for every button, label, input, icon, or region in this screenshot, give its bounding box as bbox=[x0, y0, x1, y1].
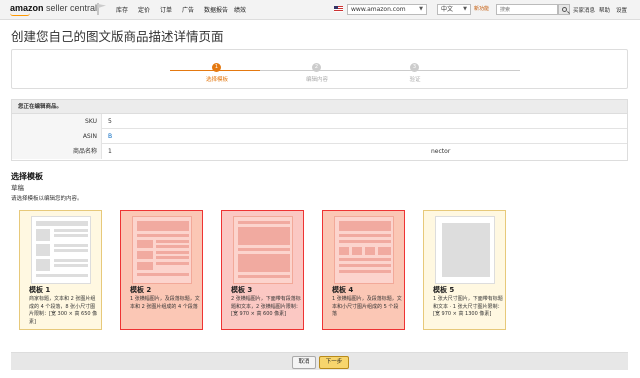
new-feature-badge[interactable]: 新功能 bbox=[474, 5, 489, 12]
template-3-thumbnail bbox=[233, 216, 293, 284]
chevron-down-icon: ▼ bbox=[419, 6, 423, 12]
template-name: 模板 3 bbox=[231, 286, 253, 294]
template-card-4[interactable]: 模板 4 1 张横幅图片，及段落标题，文本和小尺寸图片组成的 5 个段落 bbox=[322, 210, 405, 330]
nav-performance[interactable]: 绩效 bbox=[234, 5, 246, 14]
row-value: 5 bbox=[108, 118, 112, 125]
progress-stepper: 1 选择模板 2 编辑内容 3 验证 bbox=[11, 49, 628, 89]
template-card-2[interactable]: 模板 2 1 张横幅图片，及段落标题，文本和 2 张图片组成的 4 个段落 bbox=[120, 210, 203, 330]
asin-link[interactable]: B bbox=[108, 129, 112, 144]
template-5-thumbnail bbox=[435, 216, 495, 284]
marketplace-select[interactable]: www.amazon.com ▼ bbox=[347, 4, 427, 15]
nav-advertising[interactable]: 广告 bbox=[182, 5, 194, 14]
step-3-label: 验证 bbox=[409, 77, 421, 83]
nav-inventory[interactable]: 库存 bbox=[116, 5, 128, 14]
product-info-table: 您正在编辑商品。 SKU 5 ASIN B 商品名称 1 nector bbox=[11, 99, 628, 161]
next-button[interactable]: 下一步 bbox=[319, 356, 349, 369]
info-heading: 您正在编辑商品。 bbox=[12, 100, 627, 114]
row-key: SKU bbox=[12, 114, 102, 129]
template-description: 2 张横幅图片，下面带有段落标题和文本，2 张横幅图片限制：[宽 970 × 高… bbox=[231, 296, 301, 317]
help-link[interactable]: 帮助 bbox=[599, 6, 610, 14]
settings-link[interactable]: 设置 bbox=[616, 6, 627, 14]
template-description: 1 张横幅图片，及段落标题，文本和 2 张图片组成的 4 个段落 bbox=[130, 296, 200, 310]
template-2-thumbnail bbox=[132, 216, 192, 284]
buyer-messages-link[interactable]: 买家消息 bbox=[573, 6, 595, 14]
template-1-thumbnail bbox=[31, 216, 91, 284]
row-value: 1 bbox=[108, 148, 112, 155]
cancel-button[interactable]: 取消 bbox=[292, 356, 316, 369]
step-1-circle: 1 bbox=[212, 63, 221, 72]
top-navigation-bar: amazon seller central 库存 定价 订单 广告 数据报告 绩… bbox=[0, 0, 640, 20]
amazon-seller-central-logo[interactable]: amazon seller central bbox=[10, 3, 97, 13]
search-icon bbox=[562, 7, 567, 12]
us-flag-icon bbox=[334, 6, 343, 12]
section-subtitle: 草稿 bbox=[11, 184, 24, 192]
template-name: 模板 5 bbox=[433, 286, 455, 294]
template-description: 1 张大尺寸图片，下面带有标题和文本 · 1 张大尺寸图片限制：[宽 970 ×… bbox=[433, 296, 503, 317]
language-value: 中文 bbox=[441, 6, 454, 13]
marketplace-value: www.amazon.com bbox=[351, 6, 406, 13]
template-card-1[interactable]: 模板 1 商家标题，文本和 2 张图片组成的 4 个段落，8 张小尺寸图片限制：… bbox=[19, 210, 102, 330]
row-value-extra: nector bbox=[431, 148, 451, 155]
language-select[interactable]: 中文 ▼ bbox=[437, 4, 471, 15]
chevron-down-icon: ▼ bbox=[463, 6, 467, 12]
step-2-label: 编辑内容 bbox=[305, 77, 328, 83]
template-description: 1 张横幅图片，及段落标题，文本和小尺寸图片组成的 5 个段落 bbox=[332, 296, 402, 317]
table-row: SKU 5 bbox=[12, 114, 627, 129]
footer-action-bar: 取消 下一步 bbox=[11, 352, 628, 370]
table-row: 商品名称 1 nector bbox=[12, 144, 627, 159]
section-title: 选择模板 bbox=[11, 172, 43, 181]
section-hint: 请选择模板以编辑您的内容。 bbox=[11, 196, 83, 202]
step-2-circle: 2 bbox=[312, 63, 321, 72]
search-input[interactable] bbox=[496, 4, 558, 15]
template-name: 模板 2 bbox=[130, 286, 152, 294]
row-key: 商品名称 bbox=[12, 144, 102, 159]
template-name: 模板 4 bbox=[332, 286, 354, 294]
step-3-circle: 3 bbox=[410, 63, 419, 72]
nav-reports[interactable]: 数据报告 bbox=[204, 5, 228, 14]
flag-icon[interactable] bbox=[97, 3, 107, 15]
logo-brand: amazon bbox=[10, 3, 44, 13]
template-name: 模板 1 bbox=[29, 286, 51, 294]
nav-orders[interactable]: 订单 bbox=[160, 5, 172, 14]
page-title: 创建您自己的图文版商品描述详情页面 bbox=[11, 29, 224, 44]
template-4-thumbnail bbox=[334, 216, 394, 284]
template-card-3[interactable]: 模板 3 2 张横幅图片，下面带有段落标题和文本，2 张横幅图片限制：[宽 97… bbox=[221, 210, 304, 330]
logo-smile-icon bbox=[10, 13, 30, 16]
step-1-label: 选择模板 bbox=[205, 77, 228, 83]
logo-product: seller central bbox=[46, 3, 98, 13]
search-button[interactable] bbox=[558, 4, 570, 15]
template-card-5[interactable]: 模板 5 1 张大尺寸图片，下面带有标题和文本 · 1 张大尺寸图片限制：[宽 … bbox=[423, 210, 506, 330]
nav-pricing[interactable]: 定价 bbox=[138, 5, 150, 14]
row-key: ASIN bbox=[12, 129, 102, 144]
table-row: ASIN B bbox=[12, 129, 627, 144]
template-description: 商家标题，文本和 2 张图片组成的 4 个段落，8 张小尺寸图片限制：[宽 30… bbox=[29, 296, 98, 325]
